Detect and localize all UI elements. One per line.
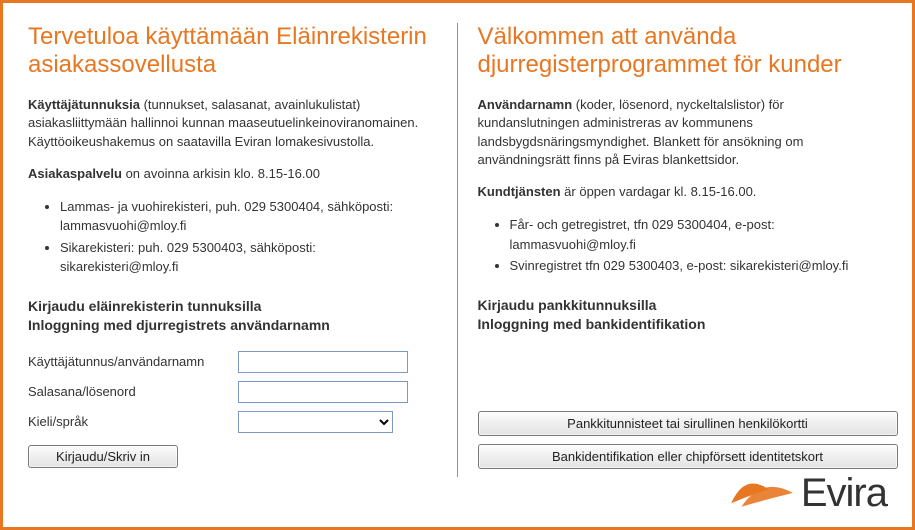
right-column: Välkommen att använda djurregisterprogra… [458, 23, 888, 477]
intro-sv-bold: Användarnamn [478, 97, 573, 112]
evira-logo-icon [727, 469, 797, 517]
contact-list-sv: Får- och getregistret, tfn 029 5300404, … [510, 215, 888, 276]
username-input[interactable] [238, 351, 408, 373]
row-password: Salasana/lösenord [28, 381, 437, 403]
contact-list-fi: Lammas- ja vuohirekisteri, puh. 029 5300… [60, 197, 437, 277]
bank-id-button-sv[interactable]: Bankidentifikation eller chipförsett ide… [478, 444, 898, 469]
service-sv-rest: är öppen vardagar kl. 8.15-16.00. [561, 184, 757, 199]
login-heading-sv-line1: Kirjaudu pankkitunnuksilla [478, 296, 888, 315]
login-heading-sv-line2: Inloggning med bankidentifikation [478, 315, 888, 334]
service-fi-rest: on avoinna arkisin klo. 8.15-16.00 [122, 166, 320, 181]
label-language: Kieli/språk [28, 414, 238, 429]
intro-sv: Användarnamn (koder, lösenord, nyckeltal… [478, 96, 888, 169]
heading-fi: Tervetuloa käyttämään Eläinrekisterin as… [28, 23, 437, 78]
service-fi-bold: Asiakaspalvelu [28, 166, 122, 181]
login-heading-fi: Kirjaudu eläinrekisterin tunnuksilla Inl… [28, 297, 437, 335]
evira-logo: Evira [727, 469, 887, 517]
logo-container: Evira [727, 469, 887, 517]
login-heading-sv: Kirjaudu pankkitunnuksilla Inloggning me… [478, 296, 888, 334]
contact-item-lammas: Lammas- ja vuohirekisteri, puh. 029 5300… [60, 197, 437, 236]
bank-buttons-container: Pankkitunnisteet tai sirullinen henkilök… [478, 411, 888, 469]
service-sv-bold: Kundtjänsten [478, 184, 561, 199]
row-language: Kieli/språk [28, 411, 437, 433]
bank-id-button-fi[interactable]: Pankkitunnisteet tai sirullinen henkilök… [478, 411, 898, 436]
contact-item-svin: Svinregistret tfn 029 5300403, e-post: s… [510, 256, 888, 276]
heading-sv: Välkommen att använda djurregisterprogra… [478, 23, 888, 78]
logo-text: Evira [801, 471, 887, 516]
login-heading-fi-line2: Inloggning med djurregistrets användarna… [28, 316, 437, 335]
label-username: Käyttäjätunnus/användarnamn [28, 354, 238, 369]
service-sv: Kundtjänsten är öppen vardagar kl. 8.15-… [478, 183, 888, 201]
left-column: Tervetuloa käyttämään Eläinrekisterin as… [28, 23, 458, 477]
row-username: Käyttäjätunnus/användarnamn [28, 351, 437, 373]
service-fi: Asiakaspalvelu on avoinna arkisin klo. 8… [28, 165, 437, 183]
login-button[interactable]: Kirjaudu/Skriv in [28, 445, 178, 468]
password-input[interactable] [238, 381, 408, 403]
intro-fi-bold: Käyttäjätunnuksia [28, 97, 140, 112]
label-password: Salasana/lösenord [28, 384, 238, 399]
columns-container: Tervetuloa käyttämään Eläinrekisterin as… [28, 23, 887, 477]
main-frame: Tervetuloa käyttämään Eläinrekisterin as… [0, 0, 915, 530]
contact-item-sika: Sikarekisteri: puh. 029 5300403, sähköpo… [60, 238, 437, 277]
contact-item-far: Får- och getregistret, tfn 029 5300404, … [510, 215, 888, 254]
login-heading-fi-line1: Kirjaudu eläinrekisterin tunnuksilla [28, 297, 437, 316]
intro-fi: Käyttäjätunnuksia (tunnukset, salasanat,… [28, 96, 437, 151]
language-select[interactable] [238, 411, 393, 433]
